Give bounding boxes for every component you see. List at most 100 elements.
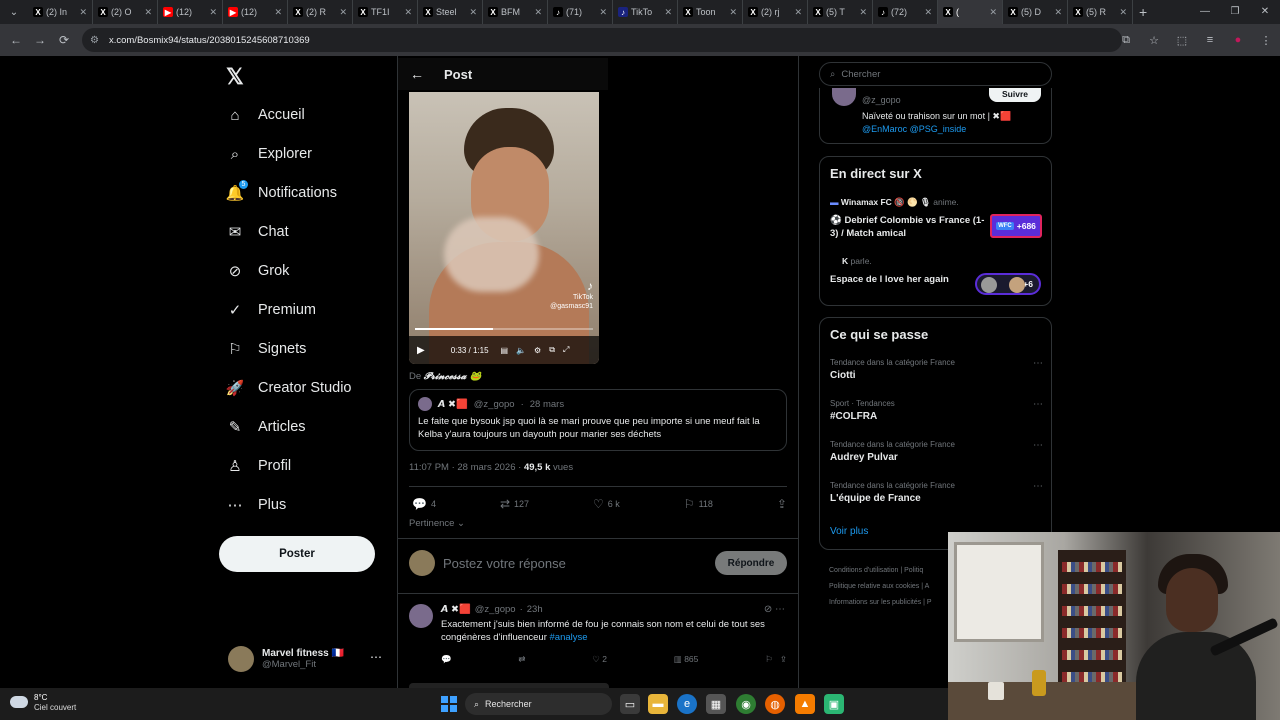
trend-item[interactable]: Sport · Tendances #COLFRA ⋯: [830, 399, 1043, 422]
sidebar-item-signets[interactable]: ⚐ Signets: [226, 335, 306, 363]
views-action[interactable]: ▥ 865: [674, 654, 699, 665]
more-icon[interactable]: ⋯: [1033, 399, 1043, 410]
file-explorer-icon[interactable]: ▬: [648, 694, 668, 714]
bio-mentions[interactable]: @EnMaroc @PSG_inside: [862, 124, 966, 134]
search-input[interactable]: ⌕ Chercher: [819, 62, 1052, 86]
sidebar-item-creator-studio[interactable]: 🚀 Creator Studio: [226, 374, 352, 402]
video-progress-bar[interactable]: [415, 328, 593, 330]
reply-action[interactable]: 💬 4: [412, 495, 436, 513]
close-tab-icon[interactable]: ✕: [859, 7, 867, 18]
browser-tab[interactable]: X (2) O ✕: [93, 0, 158, 24]
follow-button[interactable]: Suivre: [989, 88, 1041, 102]
footer-link[interactable]: Informations sur les publicités | P: [829, 595, 932, 611]
browser-tab[interactable]: X (2) rj ✕: [743, 0, 808, 24]
close-tab-icon[interactable]: ✕: [794, 7, 802, 18]
maximize-button[interactable]: ❐: [1220, 0, 1250, 24]
bookmark-action[interactable]: ⚐ 118: [684, 495, 713, 513]
close-tab-icon[interactable]: ✕: [1119, 7, 1127, 18]
more-icon[interactable]: ⋯: [1033, 481, 1043, 492]
browser-tab[interactable]: ♪ TikTo ✕: [613, 0, 678, 24]
sidebar-item-plus[interactable]: ⋯ Plus: [226, 491, 287, 519]
close-tab-icon[interactable]: ✕: [599, 7, 607, 18]
reply-input[interactable]: Postez votre réponse: [443, 556, 707, 571]
sidebar-item-notifications[interactable]: 🔔 5 Notifications: [226, 179, 337, 207]
firefox-icon[interactable]: ◍: [765, 694, 785, 714]
edge-icon[interactable]: e: [677, 694, 697, 714]
footer-link[interactable]: Conditions d'utilisation | Politiq: [829, 563, 932, 579]
like-action[interactable]: ♡ 2: [592, 654, 607, 665]
browser-tab[interactable]: X (2) In ✕: [28, 0, 93, 24]
trend-item[interactable]: Tendance dans la catégorie France Ciotti ⋯: [830, 358, 1043, 381]
browser-tab[interactable]: X (5) T ✕: [808, 0, 873, 24]
pip-icon[interactable]: ⧉: [549, 345, 555, 355]
forward-icon[interactable]: →: [28, 33, 52, 47]
profile-icon[interactable]: ●: [1224, 34, 1252, 46]
close-window-button[interactable]: ✕: [1250, 0, 1280, 24]
volume-icon[interactable]: 🔈: [516, 346, 526, 355]
x-logo-icon[interactable]: 𝕏: [226, 64, 244, 90]
close-tab-icon[interactable]: ✕: [664, 7, 672, 18]
url-text[interactable]: x.com/Bosmix94/status/203801524560871036…: [109, 35, 310, 46]
windows-start-icon[interactable]: [441, 696, 457, 712]
show-more-link[interactable]: Voir plus: [830, 526, 868, 537]
omnibox[interactable]: ⚙ x.com/Bosmix94/status/2038015245608710…: [82, 28, 1122, 52]
weather-widget[interactable]: 8°C Ciel couvert: [10, 692, 76, 712]
live-space-title[interactable]: ⚽ Debrief Colombie vs France (1-3) / Mat…: [830, 214, 990, 240]
quoted-post[interactable]: 𝘼 ✖🟥 @z_gopo · 28 mars Le faite que byso…: [409, 389, 787, 451]
browser-tab[interactable]: X (5) D ✕: [1003, 0, 1068, 24]
trend-item[interactable]: Tendance dans la catégorie France L'équip…: [830, 481, 1043, 504]
fullscreen-icon[interactable]: ⤢: [563, 345, 569, 355]
store-icon[interactable]: ▦: [706, 694, 726, 714]
close-tab-icon[interactable]: ✕: [209, 7, 217, 18]
more-icon[interactable]: ⋯: [1033, 358, 1043, 369]
browser-tab[interactable]: X TF1I ✕: [353, 0, 418, 24]
task-view-icon[interactable]: ▭: [620, 694, 640, 714]
sidebar-item-articles[interactable]: ✎ Articles: [226, 413, 306, 441]
close-tab-icon[interactable]: ✕: [924, 7, 932, 18]
post-timestamp[interactable]: 11:07 PM · 28 mars 2026 ·: [409, 462, 521, 473]
tab-search-icon[interactable]: ⌄: [0, 0, 28, 24]
post-button[interactable]: Poster: [219, 536, 375, 572]
close-tab-icon[interactable]: ✕: [274, 7, 282, 18]
share-action[interactable]: ⇪: [777, 495, 787, 513]
browser-tab[interactable]: X BFM ✕: [483, 0, 548, 24]
browser-tab[interactable]: X (2) R ✕: [288, 0, 353, 24]
menu-icon[interactable]: ⋮: [1252, 34, 1280, 47]
close-tab-icon[interactable]: ✕: [1054, 7, 1062, 18]
sidebar-item-premium[interactable]: ✓ Premium: [226, 296, 316, 324]
bookmark-icon[interactable]: ⚐ ⇪: [765, 654, 787, 665]
grok-icon[interactable]: ⊘: [764, 604, 772, 615]
bookmark-star-icon[interactable]: ☆: [1140, 34, 1168, 47]
repost-action[interactable]: ⇄ 127: [500, 495, 529, 513]
close-tab-icon[interactable]: ✕: [989, 7, 997, 18]
hashtag-link[interactable]: #analyse: [550, 632, 588, 643]
repost-icon[interactable]: ⇄: [518, 654, 525, 665]
browser-tab[interactable]: ▶ (12) ✕: [158, 0, 223, 24]
reload-icon[interactable]: ⟳: [52, 33, 76, 47]
vlc-icon[interactable]: ▲: [795, 694, 815, 714]
close-tab-icon[interactable]: ✕: [79, 7, 87, 18]
like-action[interactable]: ♡ 6 k: [593, 495, 620, 513]
back-icon[interactable]: ←: [4, 33, 28, 47]
close-tab-icon[interactable]: ✕: [339, 7, 347, 18]
browser-tab[interactable]: ♪ (72) ✕: [873, 0, 938, 24]
close-tab-icon[interactable]: ✕: [404, 7, 412, 18]
play-icon[interactable]: ▶: [417, 345, 425, 356]
chrome-icon[interactable]: ◉: [736, 694, 756, 714]
close-tab-icon[interactable]: ✕: [729, 7, 737, 18]
site-info-icon[interactable]: ⚙: [90, 35, 99, 46]
sidebar-item-accueil[interactable]: ⌂ Accueil: [226, 101, 304, 129]
sidebar-item-profil[interactable]: ♙ Profil: [226, 452, 291, 480]
browser-tab[interactable]: X Steel ✕: [418, 0, 483, 24]
footer-link[interactable]: Politique relative aux cookies | A: [829, 579, 932, 595]
more-icon[interactable]: ⋯: [775, 604, 785, 615]
from-name[interactable]: 𝓟𝓻𝓲𝓷𝓬𝓮𝓼𝓼𝓪 🐸: [424, 371, 482, 382]
account-switcher[interactable]: Marvel fitness 🇫🇷 @Marvel_Fit ⋯: [228, 644, 388, 674]
live-listeners-badge[interactable]: +6: [975, 273, 1041, 295]
sidebar-item-grok[interactable]: ⊘ Grok: [226, 257, 290, 285]
new-tab-button[interactable]: +: [1133, 4, 1153, 20]
trend-item[interactable]: Tendance dans la catégorie France Audrey …: [830, 440, 1043, 463]
follow-card-handle[interactable]: @z_gopo: [862, 95, 901, 105]
minimize-button[interactable]: —: [1190, 0, 1220, 24]
browser-tab[interactable]: X(✕: [938, 0, 1003, 24]
